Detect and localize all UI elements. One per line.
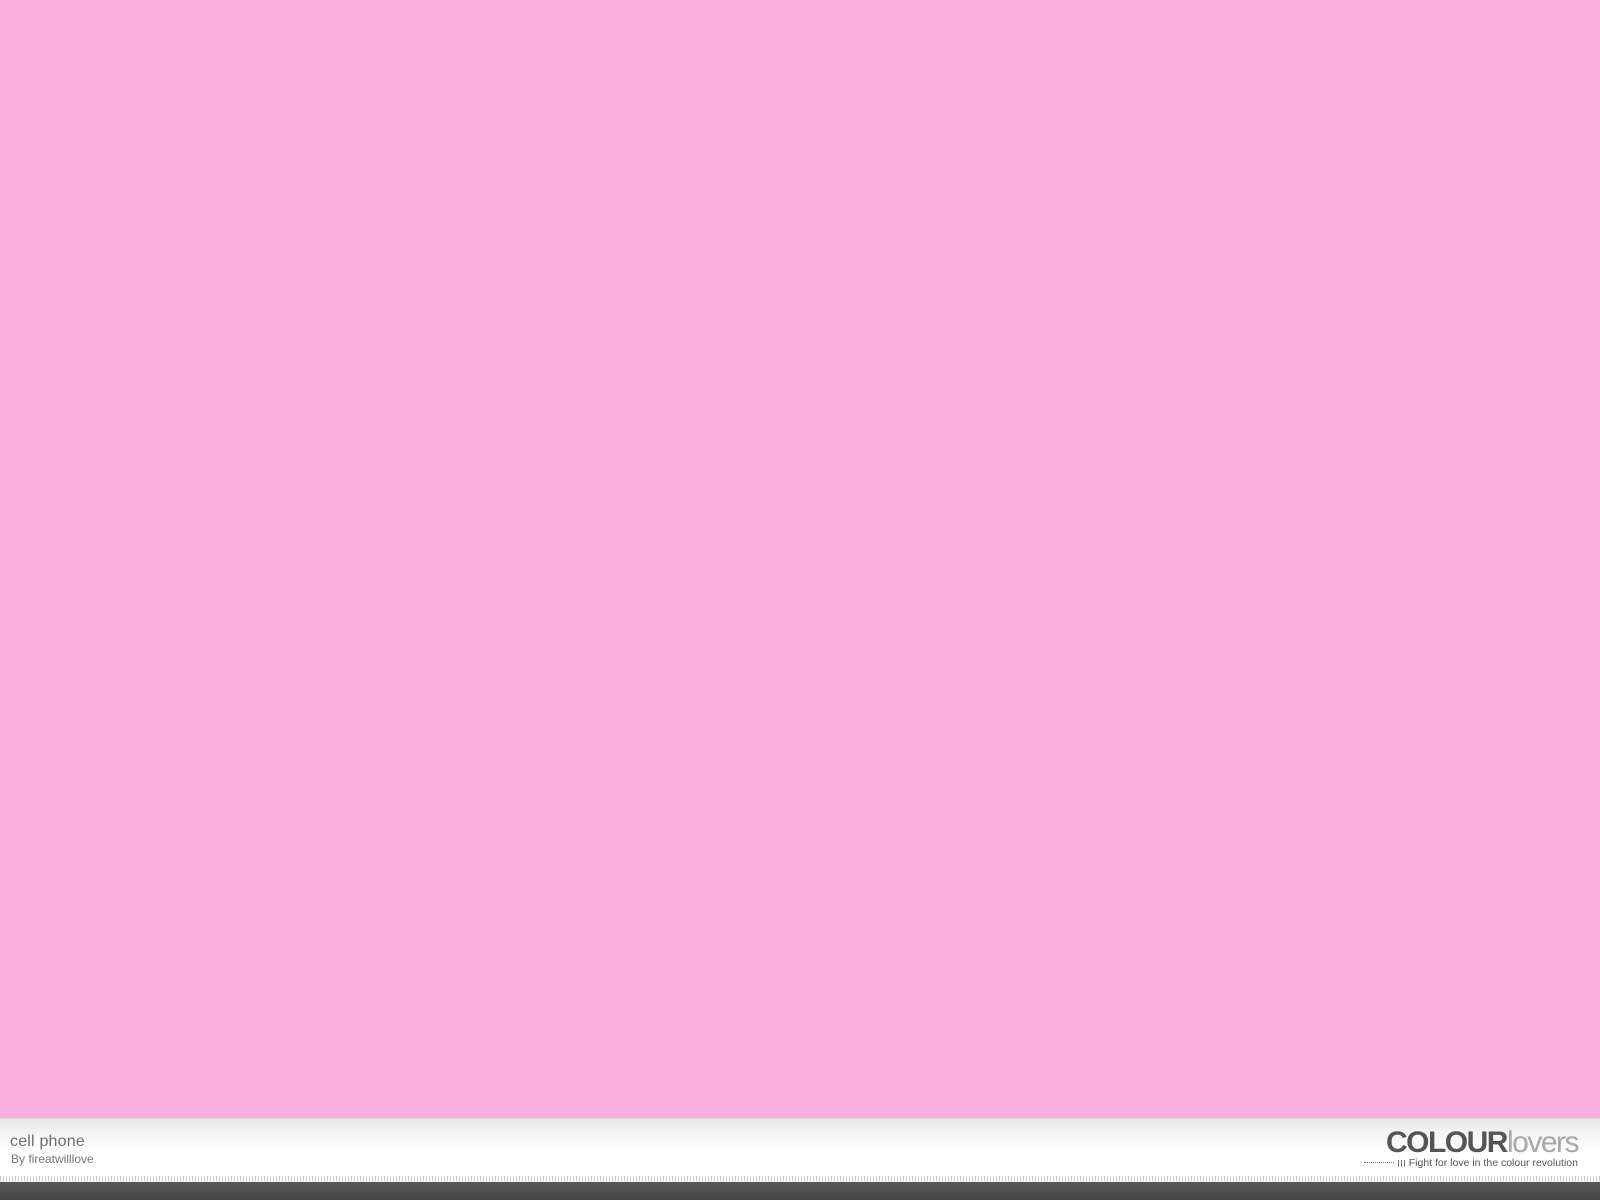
colour-swatch [0,0,1600,1118]
tagline: Fight for love in the colour revolution [1363,1157,1578,1169]
tagline-grid-icon [1397,1159,1405,1167]
footer-bar [0,1118,1600,1182]
palette-author[interactable]: By fireatwilllove [11,1152,94,1166]
logo-text-light: lovers [1506,1126,1580,1159]
bottom-bar [0,1182,1600,1200]
tagline-dotted-line [1363,1162,1394,1164]
logo-text-strong: COLOUR [1385,1126,1509,1159]
palette-title: cell phone [10,1133,85,1150]
tagline-text: Fight for love in the colour revolution [1408,1157,1578,1169]
colourlovers-logo[interactable]: COLOURlovers [1385,1126,1580,1159]
